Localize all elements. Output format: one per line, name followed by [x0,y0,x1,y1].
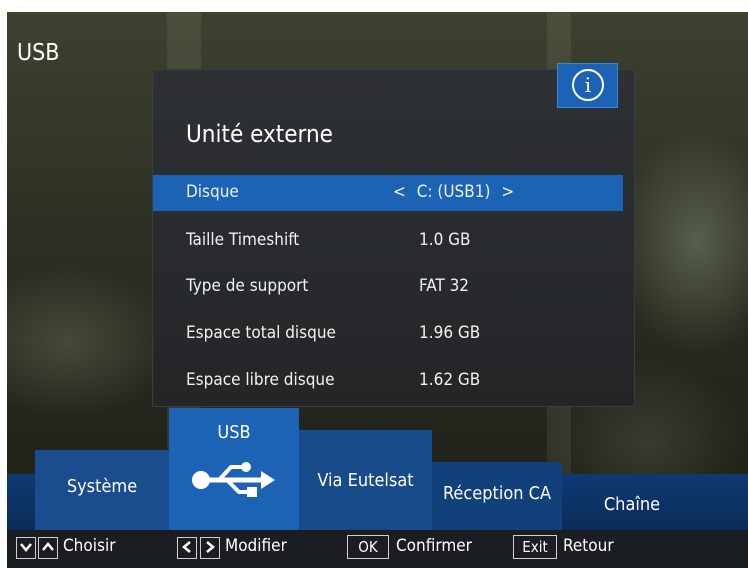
tv-screen: USB i Unité externe Disque < C: (USB1) >… [7,12,748,568]
external-drive-panel: i Unité externe Disque < C: (USB1) > Tai… [152,63,635,407]
hint-choose: Choisir [63,536,116,556]
setting-label: Espace total disque [186,323,336,343]
setting-value: 1.96 GB [419,323,481,343]
chevron-up-icon [38,537,58,559]
chevron-left-icon [177,537,197,559]
chevron-left-icon[interactable]: < [393,182,406,202]
setting-label: Disque [186,182,239,202]
tab-system[interactable]: Système [35,450,169,530]
chevron-down-icon [16,537,36,559]
tab-via-eutelsat[interactable]: Via Eutelsat [299,430,432,530]
tab-label: Via Eutelsat [317,470,414,491]
setting-row-media-type[interactable]: Type de support FAT 32 [153,269,623,305]
setting-value: 1.62 GB [419,370,481,390]
usb-icon [192,462,275,497]
hint-back: Retour [563,536,614,556]
tab-label: Chaîne [603,494,661,515]
setting-row-disk[interactable]: Disque < C: (USB1) > [153,175,623,211]
setting-value: FAT 32 [419,276,470,296]
setting-value: C: (USB1) [416,182,491,202]
setting-label: Taille Timeshift [186,230,300,250]
tab-reception-ca[interactable]: Réception CA [432,462,562,530]
chevron-right-icon[interactable]: > [501,182,514,202]
ok-key: OK [347,535,389,559]
info-icon: i [572,69,604,101]
tab-label: USB [217,422,251,443]
setting-label: Espace libre disque [186,370,335,390]
info-button[interactable]: i [557,63,618,108]
exit-key: Exit [513,535,557,559]
setting-label: Type de support [186,276,309,296]
key-hints-bar: Choisir Modifier OK Confirmer Exit Retou… [7,530,748,568]
setting-value: 1.0 GB [419,230,471,250]
hint-modify: Modifier [225,536,287,556]
tab-label: Système [66,476,138,497]
page-title: USB [17,40,60,66]
setting-row-total-space[interactable]: Espace total disque 1.96 GB [153,316,623,352]
panel-title: Unité externe [186,120,333,148]
tab-label: Réception CA [442,483,552,504]
setting-row-timeshift[interactable]: Taille Timeshift 1.0 GB [153,223,623,259]
tab-chaine[interactable]: Chaîne [562,482,702,530]
chevron-right-icon [200,537,220,559]
disk-selector[interactable]: < C: (USB1) > [393,182,514,202]
hint-confirm: Confirmer [396,536,472,556]
tab-usb[interactable]: USB [169,408,299,530]
setting-row-free-space[interactable]: Espace libre disque 1.62 GB [153,363,623,399]
